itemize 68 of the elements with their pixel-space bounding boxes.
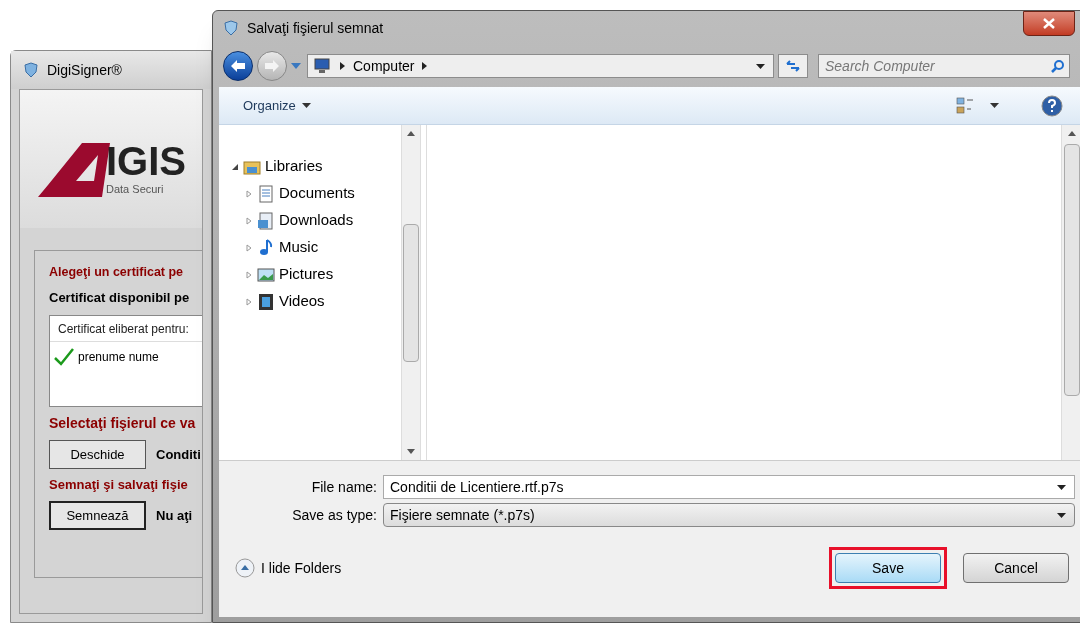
search-field[interactable]: Search Computer [818,54,1070,78]
save-type-dropdown[interactable]: Fişiere semnate (*.p7s) [383,503,1075,527]
view-options-icon[interactable] [956,96,976,115]
scrollbar[interactable] [1061,125,1080,460]
expand-icon[interactable] [245,189,253,198]
window-title: Salvaţi fişierul semnat [247,18,384,38]
scroll-up-icon [407,131,415,136]
sign-label: Semnaţi şi salvaţi fişie [49,476,189,495]
hide-folders-button[interactable]: I lide Folders [235,557,342,579]
music-icon [257,238,275,257]
dropdown-icon[interactable] [990,103,999,108]
chevron-icon[interactable] [422,62,428,70]
dialog-button[interactable]: Save [835,553,941,583]
breadcrumb[interactable]: Computer [353,55,415,77]
chevron-icon[interactable] [340,62,345,70]
available-label: Certificat disponibil pe [49,288,191,307]
expand-icon[interactable] [245,216,253,225]
organize-menu[interactable]: Organize [243,95,311,116]
shield-icon [223,20,239,36]
pictures-icon [257,265,275,284]
nav-item[interactable]: Videos [279,290,325,313]
computer-icon [312,58,332,74]
documents-icon [257,184,275,203]
back-arrow-icon [230,59,246,73]
dialog-button[interactable]: Cancel [963,553,1069,583]
back-button[interactable] [223,51,253,81]
help-icon[interactable] [1041,94,1063,117]
file-name-field[interactable]: Conditii de Licentiere.rtf.p7s [383,475,1075,499]
window-title: DigiSigner® [47,60,122,80]
history-dropdown-icon[interactable] [291,63,301,69]
search-icon [1051,59,1065,73]
close-icon [1043,18,1055,29]
forward-arrow-icon [264,59,280,73]
status-label: Nu aţi [156,506,193,525]
nav-item[interactable]: Downloads [279,209,354,232]
expand-icon[interactable] [245,243,253,252]
dropdown-icon [1057,512,1066,518]
file-label: Conditi [156,446,201,464]
nav-item[interactable]: Pictures [279,263,334,286]
nav-item[interactable]: Libraries [265,155,323,178]
column-header: Certificat eliberat pentru: [50,316,202,343]
collapse-icon[interactable] [231,162,239,171]
choose-label: Alegeţi un certificat pe [49,264,185,281]
scroll-up-icon [1067,131,1076,136]
certificate-item[interactable]: prenume nume [78,348,159,367]
open-button[interactable]: Deschide [49,440,146,470]
select-label: Selectaţi fişierul ce va [49,414,197,434]
downloads-icon [257,211,275,230]
dropdown-icon [301,103,311,108]
field-label: Save as type: [291,505,378,525]
scroll-down-icon [407,449,415,454]
refresh-arrows-icon [785,59,801,73]
videos-icon [257,292,275,311]
address-bar[interactable]: Computer [307,54,774,78]
logo-text: IGIS [106,140,187,181]
sign-button[interactable]: Semnează [49,500,146,530]
dropdown-icon[interactable] [756,63,765,69]
expand-icon[interactable] [245,270,253,279]
nav-item[interactable]: Music [279,236,319,259]
shield-icon [23,62,39,78]
nav-item[interactable]: Documents [279,182,355,205]
field-label: File name: [310,477,378,497]
close-button[interactable] [1023,11,1075,36]
expand-icon[interactable] [245,297,253,306]
refresh-button[interactable] [778,54,808,78]
logo-tagline: Data Securi [106,181,165,197]
scrollbar[interactable] [401,125,421,460]
dropdown-icon [1057,484,1066,490]
